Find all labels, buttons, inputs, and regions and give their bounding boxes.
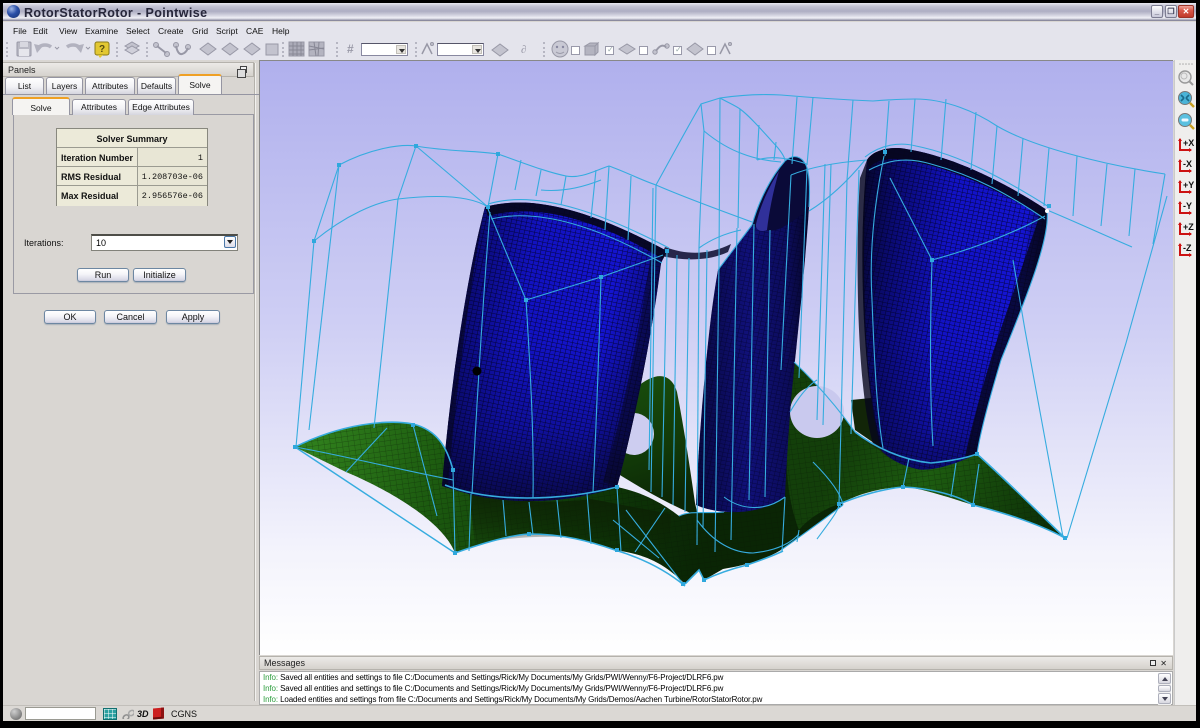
- svg-text:+X: +X: [1183, 138, 1194, 148]
- svg-text:∂: ∂: [521, 44, 526, 56]
- svg-text:-X: -X: [1183, 159, 1192, 169]
- svg-text:+Y: +Y: [1183, 180, 1194, 190]
- svg-text:-Y: -Y: [1183, 201, 1192, 211]
- svg-text:+Z: +Z: [1183, 222, 1194, 232]
- svg-text:?: ?: [99, 44, 105, 55]
- svg-text:#: #: [347, 42, 354, 56]
- svg-text:-Z: -Z: [1183, 243, 1192, 253]
